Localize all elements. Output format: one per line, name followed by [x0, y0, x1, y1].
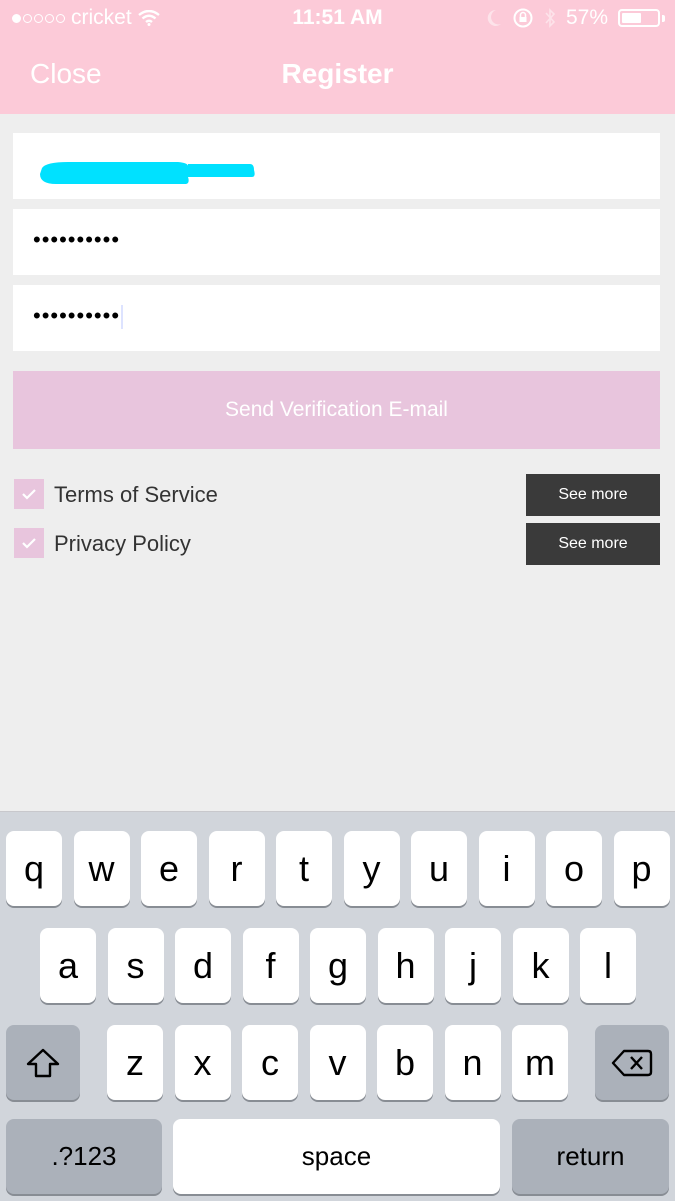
key-h[interactable]: h: [377, 928, 434, 1003]
key-u[interactable]: u: [411, 831, 467, 906]
space-key[interactable]: space: [173, 1119, 500, 1194]
numbers-key[interactable]: .?123: [6, 1119, 162, 1194]
password-field[interactable]: ••••••••••: [13, 209, 660, 275]
battery-nub: [662, 14, 665, 22]
key-b[interactable]: b: [377, 1025, 433, 1100]
shift-icon: [26, 1048, 60, 1077]
privacy-row: Privacy Policy See more: [14, 523, 660, 565]
key-r[interactable]: r: [208, 831, 265, 906]
key-d[interactable]: d: [175, 928, 231, 1003]
key-s[interactable]: s: [107, 928, 164, 1003]
redaction-mark: [40, 162, 255, 184]
terms-checkbox[interactable]: [14, 479, 44, 509]
bluetooth-icon: [545, 8, 556, 28]
checkmark-icon: [22, 538, 36, 549]
page-title: Register: [281, 58, 394, 89]
key-q[interactable]: q: [6, 831, 62, 906]
privacy-label: Privacy Policy: [54, 531, 191, 556]
key-g[interactable]: g: [310, 928, 366, 1003]
shift-key[interactable]: [6, 1025, 80, 1100]
confirm-password-field[interactable]: ••••••••••: [13, 285, 660, 351]
key-m[interactable]: m: [512, 1025, 568, 1100]
key-i[interactable]: i: [478, 831, 535, 906]
key-v[interactable]: v: [309, 1025, 366, 1100]
key-o[interactable]: o: [546, 831, 602, 906]
key-j[interactable]: j: [445, 928, 501, 1003]
key-t[interactable]: t: [276, 831, 332, 906]
backspace-key[interactable]: [595, 1025, 669, 1100]
battery-level: [622, 13, 641, 23]
keyboard: .?123 space return qwertyuiop asdfghjkl zx…: [0, 811, 675, 1201]
privacy-checkbox[interactable]: [14, 528, 44, 558]
return-key[interactable]: return: [512, 1119, 669, 1194]
key-a[interactable]: a: [40, 928, 96, 1003]
key-k[interactable]: k: [512, 928, 569, 1003]
email-field[interactable]: [13, 133, 660, 199]
terms-label: Terms of Service: [54, 482, 218, 507]
privacy-see-more-button[interactable]: See more: [526, 523, 660, 565]
key-y[interactable]: y: [343, 831, 400, 906]
terms-row: Terms of Service See more: [14, 474, 660, 516]
nav-bar: Close Register: [0, 38, 675, 114]
moon-icon: [487, 9, 501, 26]
checkmark-icon: [22, 489, 36, 500]
text-caret: [121, 305, 124, 330]
key-z[interactable]: z: [107, 1025, 163, 1100]
app-header: cricket 11:51 AM 57% Close Register: [0, 0, 675, 114]
status-bar: cricket 11:51 AM 57%: [0, 0, 675, 38]
terms-see-more-button[interactable]: See more: [526, 474, 660, 516]
key-w[interactable]: w: [73, 831, 130, 906]
key-e[interactable]: e: [141, 831, 197, 906]
battery-percent: 57%: [565, 6, 608, 29]
key-x[interactable]: x: [174, 1025, 231, 1100]
key-n[interactable]: n: [444, 1025, 501, 1100]
rotation-lock-icon: [513, 8, 533, 28]
confirm-password-value: ••••••••••: [33, 303, 124, 330]
status-icons: 57%: [486, 6, 665, 30]
key-p[interactable]: p: [613, 831, 670, 906]
password-value: ••••••••••: [33, 227, 121, 252]
key-c[interactable]: c: [242, 1025, 298, 1100]
battery-icon: [618, 9, 660, 27]
backspace-icon: [611, 1049, 653, 1076]
send-verification-button[interactable]: Send Verification E-mail: [13, 371, 660, 449]
key-l[interactable]: l: [580, 928, 636, 1003]
key-f[interactable]: f: [242, 928, 299, 1003]
